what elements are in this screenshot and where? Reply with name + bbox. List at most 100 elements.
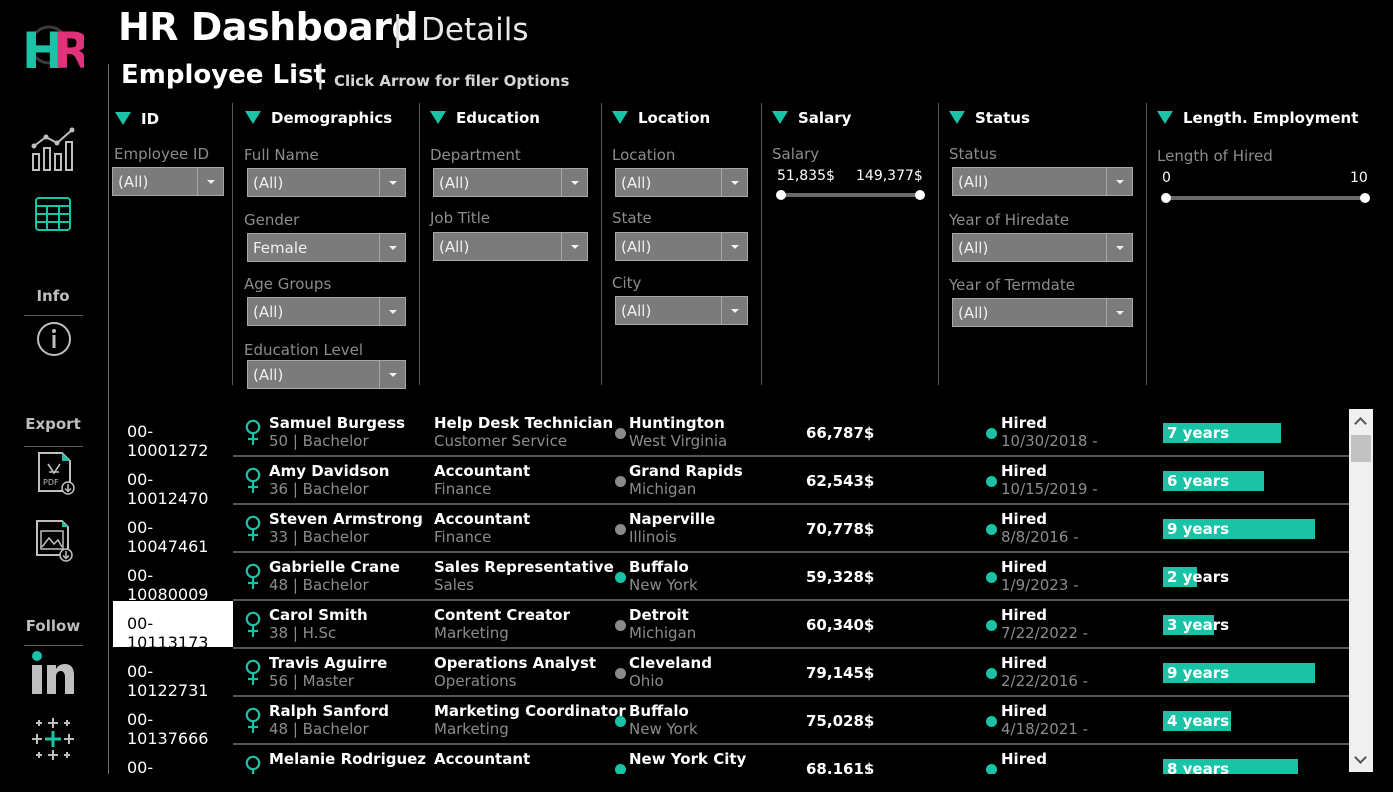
scroll-down-icon[interactable]: [1349, 748, 1373, 772]
employee-id[interactable]: 00-10113173: [113, 601, 233, 652]
salary-range-track[interactable]: [781, 193, 923, 197]
filter-arrow-icon[interactable]: [245, 111, 261, 124]
state: Ohio: [629, 672, 664, 690]
chevron-down-icon[interactable]: [561, 169, 587, 196]
female-icon: [245, 659, 261, 685]
linkedin-icon[interactable]: [30, 650, 76, 696]
table-row[interactable]: 00-10122731 Travis Aguirre 56 | Master Oper…: [113, 649, 1349, 700]
table-row[interactable]: 00-10080009 Gabrielle Crane 48 | Bachelor S…: [113, 553, 1349, 604]
info-icon[interactable]: [36, 321, 72, 357]
age-groups-dropdown[interactable]: (All): [247, 297, 406, 326]
job-title-dropdown[interactable]: (All): [433, 232, 588, 261]
chevron-down-icon[interactable]: [721, 169, 747, 196]
employee-name: Travis Aguirre: [269, 654, 388, 672]
department: Marketing: [434, 624, 509, 642]
filter-arrow-icon[interactable]: [430, 111, 446, 124]
table-row[interactable]: 00-10113173 Carol Smith 38 | H.Sc Content C…: [113, 601, 1349, 652]
salary-max-handle[interactable]: [915, 190, 925, 200]
employee-id[interactable]: 00-10146265: [113, 745, 233, 774]
location-dot: [615, 572, 626, 583]
length-range-track[interactable]: [1166, 196, 1366, 200]
status-dropdown[interactable]: (All): [952, 167, 1133, 196]
employee-id[interactable]: 00-10047461: [113, 505, 233, 556]
filter-arrow-icon[interactable]: [115, 112, 131, 125]
chevron-down-icon[interactable]: [561, 233, 587, 260]
state-dropdown[interactable]: (All): [615, 232, 748, 261]
education-level-dropdown[interactable]: (All): [247, 360, 406, 389]
filter-arrow-icon[interactable]: [772, 111, 788, 124]
scroll-thumb[interactable]: [1351, 435, 1371, 462]
salary-min-value: 51,835$: [777, 168, 835, 184]
length-min-value: 0: [1162, 170, 1171, 186]
table-row[interactable]: 00-10001272 Samuel Burgess 50 | Bachelor He…: [113, 409, 1349, 460]
chevron-down-icon[interactable]: [197, 168, 223, 195]
filter-header-id[interactable]: ID: [115, 110, 159, 128]
table-row[interactable]: 00-10012470 Amy Davidson 36 | Bachelor Acco…: [113, 457, 1349, 508]
employee-list-title: Employee List: [121, 60, 326, 90]
chevron-down-icon[interactable]: [1106, 234, 1132, 261]
job-title: Content Creator: [434, 606, 570, 624]
location-dot: [615, 476, 626, 487]
image-export-icon[interactable]: [34, 517, 78, 563]
chevron-down-icon[interactable]: [379, 234, 405, 261]
scroll-up-icon[interactable]: [1349, 409, 1373, 433]
term-year-dropdown[interactable]: (All): [952, 298, 1133, 327]
filter-header-salary[interactable]: Salary: [772, 109, 851, 127]
overview-chart-icon[interactable]: [30, 126, 76, 172]
chevron-down-icon[interactable]: [379, 298, 405, 325]
hire-date: 2/22/2016 -: [1001, 672, 1089, 690]
female-icon: [245, 419, 261, 445]
hire-date: 7/22/2022 -: [1001, 624, 1089, 642]
gender-dropdown[interactable]: Female: [247, 233, 406, 262]
hire-year-dropdown[interactable]: (All): [952, 233, 1133, 262]
filter-header-status[interactable]: Status: [949, 109, 1030, 127]
employee-name: Steven Armstrong: [269, 510, 423, 528]
status-dot: [986, 476, 997, 487]
full-name-dropdown[interactable]: (All): [247, 168, 406, 197]
table-row[interactable]: 00-10146265 Melanie Rodriguez Accountant Ne…: [113, 745, 1349, 774]
hr-logo[interactable]: H R: [22, 18, 84, 72]
filter-arrow-icon[interactable]: [1157, 111, 1173, 124]
chevron-down-icon[interactable]: [721, 233, 747, 260]
age-education: 48 | Bachelor: [269, 576, 369, 594]
state: Michigan: [629, 480, 697, 498]
details-table-icon[interactable]: [35, 197, 71, 231]
filter-arrow-icon[interactable]: [949, 111, 965, 124]
table-row[interactable]: 00-10047461 Steven Armstrong 33 | Bachelor…: [113, 505, 1349, 556]
length-max-handle[interactable]: [1360, 193, 1370, 203]
city-dropdown[interactable]: (All): [615, 296, 748, 325]
filter-arrow-icon[interactable]: [612, 111, 628, 124]
length-years: 4 years: [1167, 712, 1230, 730]
location-dot: [615, 764, 626, 774]
employee-id[interactable]: 00-10001272: [113, 409, 233, 460]
employee-table: 00-10001272 Samuel Burgess 50 | Bachelor He…: [113, 409, 1349, 774]
length-min-handle[interactable]: [1161, 193, 1171, 203]
employee-id-dropdown[interactable]: (All): [112, 167, 224, 196]
info-divider: [24, 315, 83, 316]
tableau-icon[interactable]: [30, 716, 76, 762]
employee-id[interactable]: 00-10012470: [113, 457, 233, 508]
employee-id[interactable]: 00-10137666: [113, 697, 233, 748]
chevron-down-icon[interactable]: [379, 169, 405, 196]
filter-header-location[interactable]: Location: [612, 109, 710, 127]
filter-header-length[interactable]: Length. Employment: [1157, 109, 1358, 127]
department-dropdown[interactable]: (All): [433, 168, 588, 197]
filter-header-education[interactable]: Education: [430, 109, 540, 127]
salary-min-handle[interactable]: [776, 190, 786, 200]
salary: 60,340$: [806, 616, 875, 634]
employee-id[interactable]: 00-10080009: [113, 553, 233, 604]
filter-header-demographics[interactable]: Demographics: [245, 109, 392, 127]
location-dropdown[interactable]: (All): [615, 168, 748, 197]
title-separator: |: [392, 9, 404, 49]
location-dot: [615, 428, 626, 439]
employee-id[interactable]: 00-10122731: [113, 649, 233, 700]
chevron-down-icon[interactable]: [721, 297, 747, 324]
pdf-export-icon[interactable]: PDF: [34, 451, 78, 497]
chevron-down-icon[interactable]: [1106, 168, 1132, 195]
table-row[interactable]: 00-10137666 Ralph Sanford 48 | Bachelor Mar…: [113, 697, 1349, 748]
female-icon: [245, 611, 261, 637]
filter-column-status: Status Status (All) Year of Hiredate (Al…: [939, 103, 1146, 385]
chevron-down-icon[interactable]: [379, 361, 405, 388]
table-scrollbar[interactable]: [1349, 409, 1373, 772]
chevron-down-icon[interactable]: [1106, 299, 1132, 326]
